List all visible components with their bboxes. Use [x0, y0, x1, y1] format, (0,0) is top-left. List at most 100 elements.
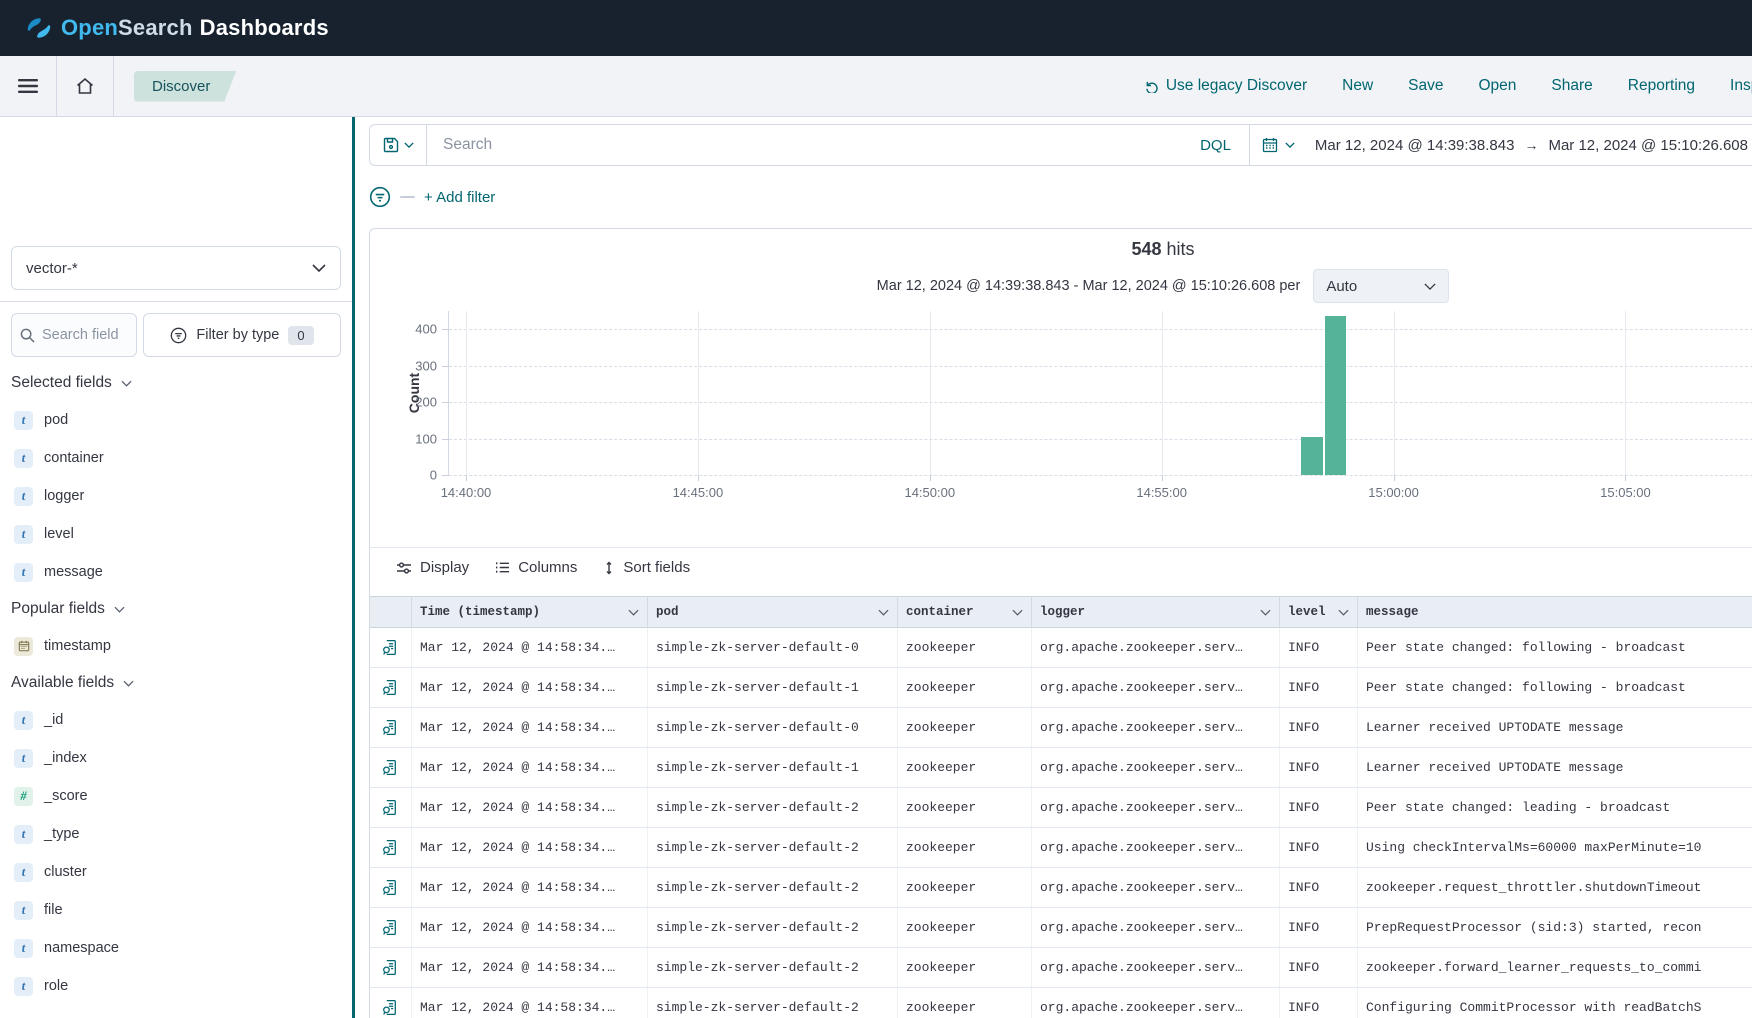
nav-item-share[interactable]: Share [1551, 77, 1592, 95]
field-name: cluster [44, 864, 87, 880]
search-input[interactable] [427, 136, 1182, 154]
cell-container: zookeeper [898, 868, 1032, 907]
field-item-namespace[interactable]: tnamespace [0, 929, 352, 967]
histogram-bar[interactable] [1301, 437, 1323, 475]
field-item-_type[interactable]: t_type [0, 815, 352, 853]
cell-logger: org.apache.zookeeper.serv… [1032, 668, 1280, 707]
interval-value: Auto [1326, 278, 1357, 295]
cell-pod: simple-zk-server-default-2 [648, 828, 898, 867]
query-language-button[interactable]: DQL [1182, 137, 1249, 154]
field-item-_id[interactable]: t_id [0, 701, 352, 739]
add-filter-button[interactable]: + Add filter [424, 189, 495, 206]
cell-time: Mar 12, 2024 @ 14:58:34.… [412, 908, 648, 947]
field-item-message[interactable]: tmessage [0, 553, 352, 591]
divider [0, 301, 352, 302]
columns-button[interactable]: Columns [495, 559, 577, 576]
filter-by-type-button[interactable]: Filter by type 0 [143, 313, 341, 357]
histogram-bar[interactable] [1325, 316, 1347, 475]
saved-queries-button[interactable] [370, 125, 427, 165]
nav-item-save[interactable]: Save [1408, 77, 1443, 95]
expand-document-button[interactable] [370, 868, 412, 907]
expand-document-button[interactable] [370, 948, 412, 987]
sort-fields-button[interactable]: Sort fields [603, 559, 690, 576]
cell-logger: org.apache.zookeeper.serv… [1032, 948, 1280, 987]
nav-item-label: Open [1479, 77, 1517, 95]
nav-item-inspect[interactable]: Inspect [1730, 77, 1752, 95]
cell-container: zookeeper [898, 988, 1032, 1018]
y-tick-label: 400 [393, 322, 437, 337]
nav-item-new[interactable]: New [1342, 77, 1373, 95]
nav-item-reporting[interactable]: Reporting [1628, 77, 1695, 95]
field-group-title: Selected fields [11, 374, 112, 392]
field-item-cluster[interactable]: tcluster [0, 853, 352, 891]
date-end[interactable]: Mar 12, 2024 @ 15:10:26.608 [1548, 137, 1748, 154]
expand-document-button[interactable] [370, 828, 412, 867]
header-cell-time-timestamp-[interactable]: Time (timestamp) [412, 597, 648, 627]
breadcrumb-discover[interactable]: Discover [134, 71, 236, 102]
discover-sidebar: vector-* Filter by type 0 Selected field… [0, 117, 352, 1018]
filter-bar: + Add filter [369, 179, 495, 215]
chevron-down-icon [123, 680, 134, 687]
field-item-role[interactable]: trole [0, 967, 352, 1005]
nav-item-use-legacy-discover[interactable]: Use legacy Discover [1144, 77, 1307, 95]
field-type-icon: t [14, 825, 33, 844]
header-cell-container[interactable]: container [898, 597, 1032, 627]
x-tick [466, 475, 467, 481]
expand-document-button[interactable] [370, 908, 412, 947]
field-item-_score[interactable]: #_score [0, 777, 352, 815]
filter-count-badge: 0 [288, 326, 313, 345]
date-start[interactable]: Mar 12, 2024 @ 14:39:38.843 [1315, 137, 1515, 154]
y-tick [442, 402, 449, 403]
header-cell-pod[interactable]: pod [648, 597, 898, 627]
index-pattern-select[interactable]: vector-* [11, 246, 341, 290]
field-item-level[interactable]: tlevel [0, 515, 352, 553]
field-item-_index[interactable]: t_index [0, 739, 352, 777]
hits-total: 548 hits [448, 239, 1752, 260]
field-item-pod[interactable]: tpod [0, 401, 352, 439]
header-cell-message[interactable]: message [1358, 597, 1752, 627]
filter-by-type-label: Filter by type [196, 327, 279, 343]
inspect-document-icon [382, 839, 399, 856]
cell-logger: org.apache.zookeeper.serv… [1032, 908, 1280, 947]
field-name: file [44, 902, 63, 918]
expand-document-button[interactable] [370, 628, 412, 667]
histogram-range-label: Mar 12, 2024 @ 14:39:38.843 - Mar 12, 20… [877, 278, 1301, 294]
date-quick-select-button[interactable] [1249, 125, 1307, 165]
cell-logger: org.apache.zookeeper.serv… [1032, 628, 1280, 667]
home-icon [75, 76, 95, 96]
field-type-icon: t [14, 749, 33, 768]
display-button[interactable]: Display [396, 559, 469, 576]
y-tick-label: 200 [393, 395, 437, 410]
expand-document-button[interactable] [370, 988, 412, 1018]
menu-button[interactable] [0, 56, 56, 116]
field-group-header-popular-fields[interactable]: Popular fields [0, 591, 352, 627]
interval-select[interactable]: Auto [1313, 269, 1449, 303]
expand-document-button[interactable] [370, 788, 412, 827]
y-gridline [449, 366, 1752, 367]
field-search-input[interactable] [42, 327, 122, 343]
field-group-header-available-fields[interactable]: Available fields [0, 665, 352, 701]
expand-document-button[interactable] [370, 668, 412, 707]
expand-document-button[interactable] [370, 748, 412, 787]
field-item-file[interactable]: tfile [0, 891, 352, 929]
inspect-document-icon [382, 679, 399, 696]
field-name: pod [44, 412, 68, 428]
sort-icon [603, 561, 615, 575]
field-item-timestamp[interactable]: timestamp [0, 627, 352, 665]
expand-document-button[interactable] [370, 708, 412, 747]
cell-message: PrepRequestProcessor (sid:3) started, re… [1358, 908, 1752, 947]
header-cell-expand [370, 597, 412, 627]
field-group-header-selected-fields[interactable]: Selected fields [0, 365, 352, 401]
field-item-logger[interactable]: tlogger [0, 477, 352, 515]
cell-message: Learner received UPTODATE message [1358, 748, 1752, 787]
header-cell-logger[interactable]: logger [1032, 597, 1280, 627]
field-type-icon: t [14, 411, 33, 430]
cell-level: INFO [1280, 788, 1358, 827]
nav-item-open[interactable]: Open [1479, 77, 1517, 95]
chevron-down-icon [1285, 142, 1295, 148]
table-row: Mar 12, 2024 @ 14:58:34.…simple-zk-serve… [370, 668, 1752, 708]
field-item-container[interactable]: tcontainer [0, 439, 352, 477]
home-button[interactable] [57, 56, 113, 116]
inspect-document-icon [382, 999, 399, 1016]
header-cell-level[interactable]: level [1280, 597, 1358, 627]
